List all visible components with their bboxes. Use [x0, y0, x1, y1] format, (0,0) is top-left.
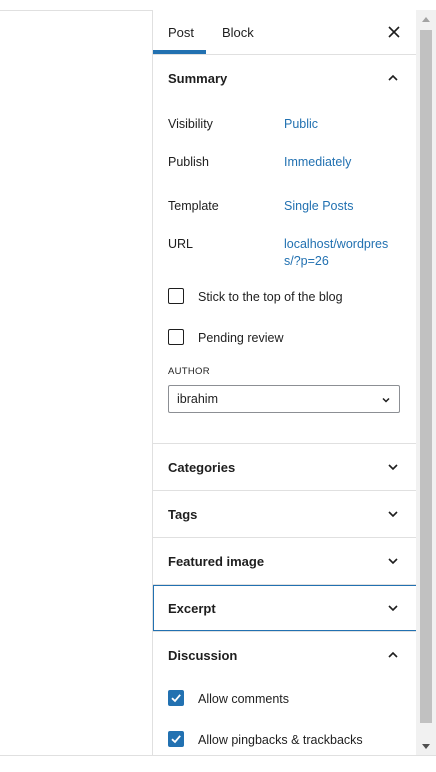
- discussion-title: Discussion: [168, 648, 238, 663]
- editor-bottom-border: [0, 755, 436, 756]
- excerpt-title: Excerpt: [168, 601, 216, 616]
- pending-review-label: Pending review: [198, 331, 284, 345]
- close-icon[interactable]: [385, 23, 403, 41]
- template-label: Template: [168, 199, 219, 213]
- chevron-down-icon: [382, 397, 390, 403]
- editor-top-border: [0, 10, 153, 11]
- sidebar-tabs: Post Block: [153, 10, 417, 55]
- chevron-down-icon: [388, 464, 398, 471]
- sticky-checkbox[interactable]: [168, 288, 184, 304]
- tab-post[interactable]: Post: [168, 10, 194, 54]
- chevron-up-icon: [388, 651, 398, 658]
- checkmark-icon: [171, 735, 181, 744]
- author-select[interactable]: ibrahim: [168, 385, 400, 413]
- url-label: URL: [168, 237, 194, 251]
- allow-comments-checkbox[interactable]: [168, 690, 184, 706]
- allow-pingbacks-checkbox[interactable]: [168, 731, 184, 747]
- categories-title: Categories: [168, 460, 236, 475]
- url-value-line-1: localhost/wordpres: [284, 237, 389, 251]
- allow-comments-label: Allow comments: [198, 692, 289, 706]
- summary-panel: Summary Visibility Public Publish Immedi…: [153, 55, 417, 443]
- tab-block[interactable]: Block: [222, 10, 254, 54]
- pending-review-checkbox[interactable]: [168, 329, 184, 345]
- author-select-value: ibrahim: [177, 392, 218, 406]
- url-value[interactable]: localhost/wordpres s/?p=26: [284, 236, 388, 270]
- scroll-up-arrow-icon: [422, 16, 430, 22]
- publish-value[interactable]: Immediately: [284, 154, 351, 171]
- allow-pingbacks-label: Allow pingbacks & trackbacks: [198, 733, 363, 747]
- discussion-panel: Discussion Allow comments Allow pingback…: [153, 632, 417, 755]
- scroll-down-arrow-icon: [422, 743, 430, 749]
- tags-title: Tags: [168, 507, 198, 522]
- author-label: AUTHOR: [168, 366, 210, 377]
- sidebar-scrollbar[interactable]: [416, 10, 436, 755]
- chevron-up-icon: [388, 74, 398, 81]
- excerpt-header[interactable]: Excerpt: [153, 585, 417, 631]
- chevron-down-icon: [388, 511, 398, 518]
- discussion-header[interactable]: Discussion: [153, 632, 417, 678]
- sticky-label: Stick to the top of the blog: [198, 290, 343, 304]
- tab-active-indicator: [153, 50, 206, 54]
- template-value[interactable]: Single Posts: [284, 198, 353, 215]
- tags-header[interactable]: Tags: [153, 491, 417, 537]
- featured-image-title: Featured image: [168, 554, 265, 569]
- checkmark-icon: [171, 694, 181, 703]
- featured-image-header[interactable]: Featured image: [153, 538, 417, 584]
- chevron-down-icon: [388, 558, 398, 565]
- visibility-label: Visibility: [168, 117, 213, 131]
- summary-header[interactable]: Summary: [153, 55, 417, 101]
- categories-header[interactable]: Categories: [153, 444, 417, 490]
- scroll-up-button[interactable]: [416, 10, 436, 27]
- publish-label: Publish: [168, 155, 209, 169]
- url-value-line-2: s/?p=26: [284, 254, 329, 268]
- visibility-value[interactable]: Public: [284, 116, 318, 133]
- scroll-down-button[interactable]: [416, 738, 436, 755]
- settings-sidebar: Post Block Summary Visibility Public Pub…: [152, 10, 417, 755]
- scroll-thumb[interactable]: [420, 30, 432, 723]
- summary-title: Summary: [168, 71, 228, 86]
- chevron-down-icon: [388, 605, 398, 612]
